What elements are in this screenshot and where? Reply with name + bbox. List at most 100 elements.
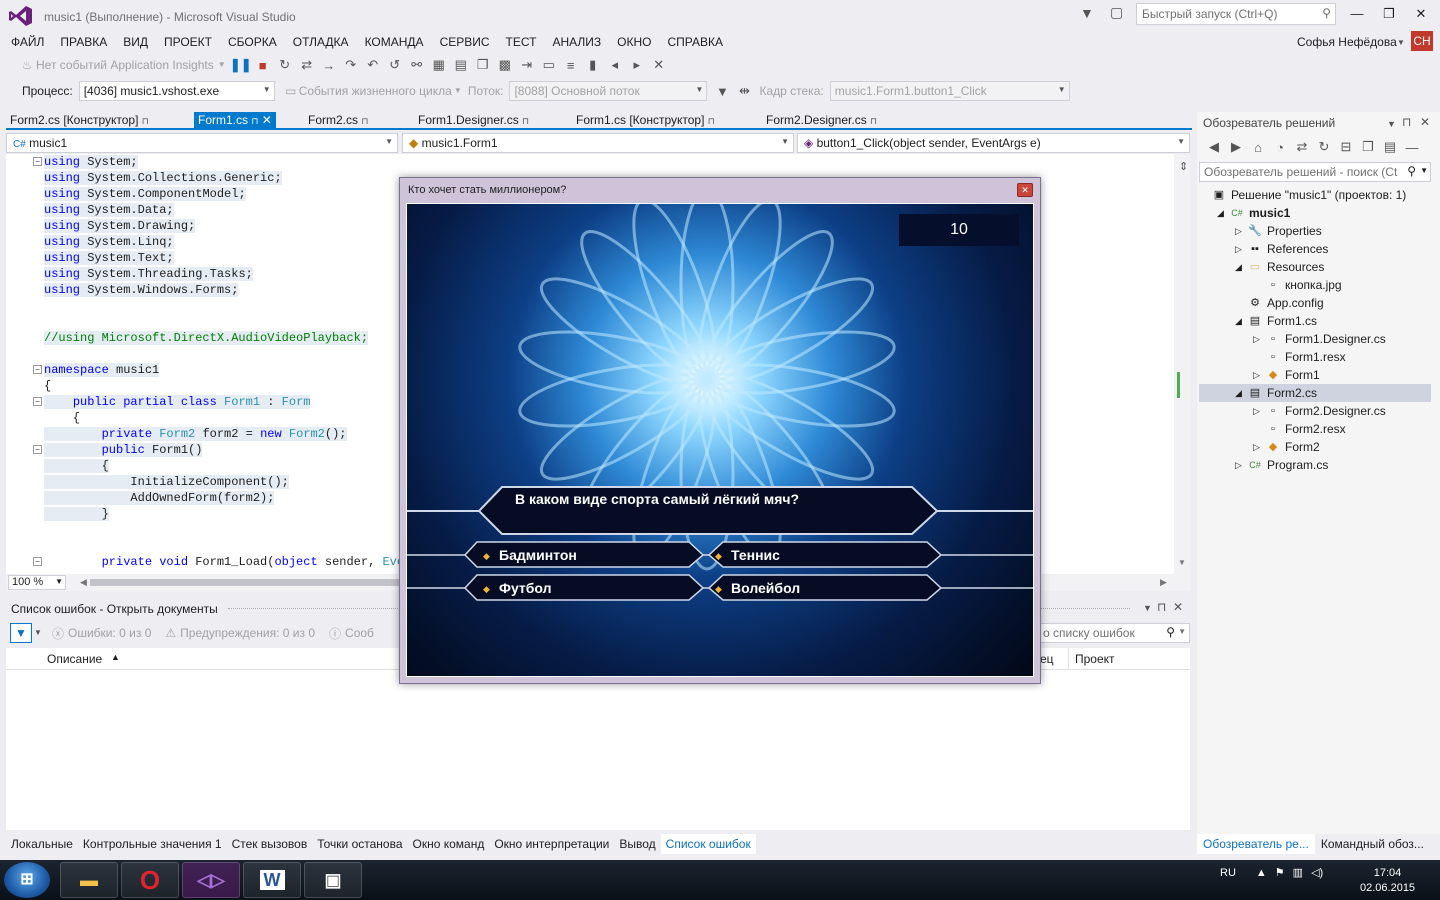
visual-studio-taskbar-icon[interactable]: ◁▷ xyxy=(182,862,240,898)
close-icon[interactable]: ✕ xyxy=(1420,115,1430,129)
solution-tree-item[interactable]: ▫ Form1.resx xyxy=(1199,348,1431,366)
filter-icon[interactable]: ▼ xyxy=(1080,6,1094,20)
answer-c-button[interactable]: Футбол xyxy=(477,575,689,601)
show-next-statement-icon[interactable]: ⇄ xyxy=(296,57,318,73)
code-line[interactable]: using System.Drawing; xyxy=(44,218,411,234)
step-out-icon[interactable]: ↶ xyxy=(362,57,384,73)
code-line[interactable]: private Form2 form2 = new Form2(); xyxy=(44,426,411,442)
bookmark-icon[interactable]: ▮ xyxy=(582,57,604,73)
column-project[interactable]: Проект xyxy=(1075,652,1115,666)
menu-window[interactable]: ОКНО xyxy=(609,33,659,51)
tab-breakpoints[interactable]: Точки останова xyxy=(312,834,407,854)
collapsed-arrow-icon[interactable]: ▷ xyxy=(1253,366,1260,384)
solution-tree-item[interactable]: ▷ C# Program.cs xyxy=(1199,456,1431,474)
show-hidden-icons-icon[interactable]: ▲ xyxy=(1256,867,1267,879)
warnings-filter[interactable]: Предупреждения: 0 из 0 xyxy=(180,626,315,640)
solution-tree-item[interactable]: ▷ ◆ Form2 xyxy=(1199,438,1431,456)
code-line[interactable]: using System.Threading.Tasks; xyxy=(44,266,411,282)
chevron-down-icon[interactable]: ▼ xyxy=(1387,117,1396,131)
menu-analyze[interactable]: АНАЛИЗ xyxy=(544,33,609,51)
answer-b-button[interactable]: Теннис xyxy=(709,542,927,568)
tab-error-list[interactable]: Список ошибок xyxy=(660,834,756,854)
code-line[interactable]: using System.Windows.Forms; xyxy=(44,282,411,298)
collapsed-arrow-icon[interactable]: ▷ xyxy=(1253,438,1260,456)
solution-tree-item[interactable]: ▷ ▫ Form2.Designer.cs xyxy=(1199,402,1431,420)
column-description[interactable]: Описание xyxy=(47,652,102,666)
solution-tree-item[interactable]: ▷ ▪▪ References xyxy=(1199,240,1431,258)
code-line[interactable]: public Form1() xyxy=(44,442,411,458)
close-button[interactable]: ✕ xyxy=(1410,6,1432,24)
collapse-icon[interactable]: − xyxy=(33,557,42,566)
code-line[interactable]: using System.ComponentModel; xyxy=(44,186,411,202)
error-search-input[interactable]: о списку ошибок ⚲ ▼ xyxy=(1040,623,1190,643)
chevron-down-icon[interactable]: ▼ xyxy=(452,84,464,98)
menu-build[interactable]: СБОРКА xyxy=(220,33,285,51)
code-line[interactable]: using System.Linq; xyxy=(44,234,411,250)
editor-vertical-scrollbar[interactable]: ⇕ ▼ xyxy=(1174,154,1190,574)
comment-icon[interactable]: ▭ xyxy=(538,57,560,73)
collapse-icon[interactable]: − xyxy=(33,157,42,166)
avatar[interactable]: СН xyxy=(1411,31,1433,51)
solution-search-input[interactable]: Обозреватель решений - поиск (Ct ⚲ ▼ xyxy=(1199,162,1431,182)
tab-form1-designer-cs[interactable]: Form1.Designer.cs ⊓ xyxy=(414,112,533,130)
expanded-arrow-icon[interactable]: ◢ xyxy=(1235,312,1242,330)
tab-form1-designer[interactable]: Form1.cs [Конструктор] ⊓ xyxy=(572,112,719,130)
scroll-thumb[interactable] xyxy=(90,579,400,586)
answer-d-button[interactable]: Волейбол xyxy=(709,575,927,601)
clear-bookmarks-icon[interactable]: ✕ xyxy=(648,57,670,73)
menu-team[interactable]: КОМАНДА xyxy=(357,33,432,51)
code-line[interactable] xyxy=(44,522,411,538)
scroll-right-icon[interactable]: ▶ xyxy=(1160,577,1167,588)
next-bookmark-icon[interactable]: ▸ xyxy=(626,57,648,73)
pin-icon[interactable]: ⊓ xyxy=(708,114,715,128)
start-button[interactable]: ⊞ xyxy=(4,862,50,898)
code-line[interactable]: namespace music1 xyxy=(44,362,411,378)
solution-tree-item[interactable]: ▷ ▫ Form1.Designer.cs xyxy=(1199,330,1431,348)
filter-icon[interactable]: ▼ xyxy=(10,623,32,643)
uncomment-icon[interactable]: ≡ xyxy=(560,58,582,73)
project-nav-select[interactable]: C# music1 ▼ xyxy=(6,133,398,153)
scroll-left-icon[interactable]: ◀ xyxy=(80,577,87,588)
close-icon[interactable]: ✕ xyxy=(262,113,272,127)
code-line[interactable]: } xyxy=(44,506,411,522)
tab-form2-designer[interactable]: Form2.cs [Конструктор] ⊓ xyxy=(6,112,153,130)
code-line[interactable]: InitializeComponent(); xyxy=(44,474,411,490)
tab-form1-cs[interactable]: Form1.cs ⊓ ✕ xyxy=(194,112,276,130)
code-line[interactable]: { xyxy=(44,458,411,474)
maximize-button[interactable]: ❐ xyxy=(1378,6,1400,24)
code-line[interactable] xyxy=(44,314,411,330)
answer-a-button[interactable]: Бадминтон xyxy=(477,542,689,568)
volume-icon[interactable]: ◁) xyxy=(1311,866,1323,879)
collapsed-arrow-icon[interactable]: ▷ xyxy=(1253,402,1260,420)
menu-view[interactable]: ВИД xyxy=(115,33,156,51)
zoom-select[interactable]: 100 % ▼ xyxy=(8,575,66,590)
expanded-arrow-icon[interactable]: ◢ xyxy=(1217,204,1224,222)
properties-icon[interactable]: ▤ xyxy=(1379,139,1401,155)
menu-project[interactable]: ПРОЕКТ xyxy=(156,33,220,51)
split-icon[interactable]: ⇕ xyxy=(1179,160,1188,173)
menu-help[interactable]: СПРАВКА xyxy=(659,33,731,51)
tab-form2-designer-cs[interactable]: Form2.Designer.cs ⊓ xyxy=(762,112,881,130)
messages-filter[interactable]: Сооб xyxy=(345,626,374,640)
word-taskbar-icon[interactable]: W xyxy=(243,862,301,898)
flag-icon[interactable]: ⚑ xyxy=(1275,866,1285,879)
home-icon[interactable]: ⌂ xyxy=(1247,140,1269,155)
solution-tree-item[interactable]: ▫ кнопка.jpg xyxy=(1199,276,1431,294)
scroll-down-icon[interactable]: ▼ xyxy=(1178,558,1186,567)
code-line[interactable] xyxy=(44,538,411,554)
tab-team-explorer[interactable]: Командный обоз... xyxy=(1315,834,1430,854)
collapsed-arrow-icon[interactable]: ▷ xyxy=(1253,330,1260,348)
tab-command-window[interactable]: Окно команд xyxy=(408,834,490,854)
pin-icon[interactable]: ⊓ xyxy=(522,114,529,128)
menu-test[interactable]: ТЕСТ xyxy=(498,33,545,51)
tab-form2-cs[interactable]: Form2.cs ⊓ xyxy=(304,112,372,130)
explorer-taskbar-icon[interactable]: ▬ xyxy=(60,862,118,898)
clock[interactable]: 17:04 02.06.2015 xyxy=(1360,866,1415,896)
pause-icon[interactable]: ❚❚ xyxy=(230,57,252,73)
code-line[interactable]: private void Form1_Load(object sender, E… xyxy=(44,554,412,570)
step-into-icon[interactable]: → xyxy=(318,58,340,73)
tab-call-stack[interactable]: Стек вызовов xyxy=(227,834,313,854)
network-icon[interactable]: ▥ xyxy=(1293,866,1303,879)
preview-icon[interactable]: — xyxy=(1401,140,1423,155)
collapsed-arrow-icon[interactable]: ▷ xyxy=(1235,240,1242,258)
